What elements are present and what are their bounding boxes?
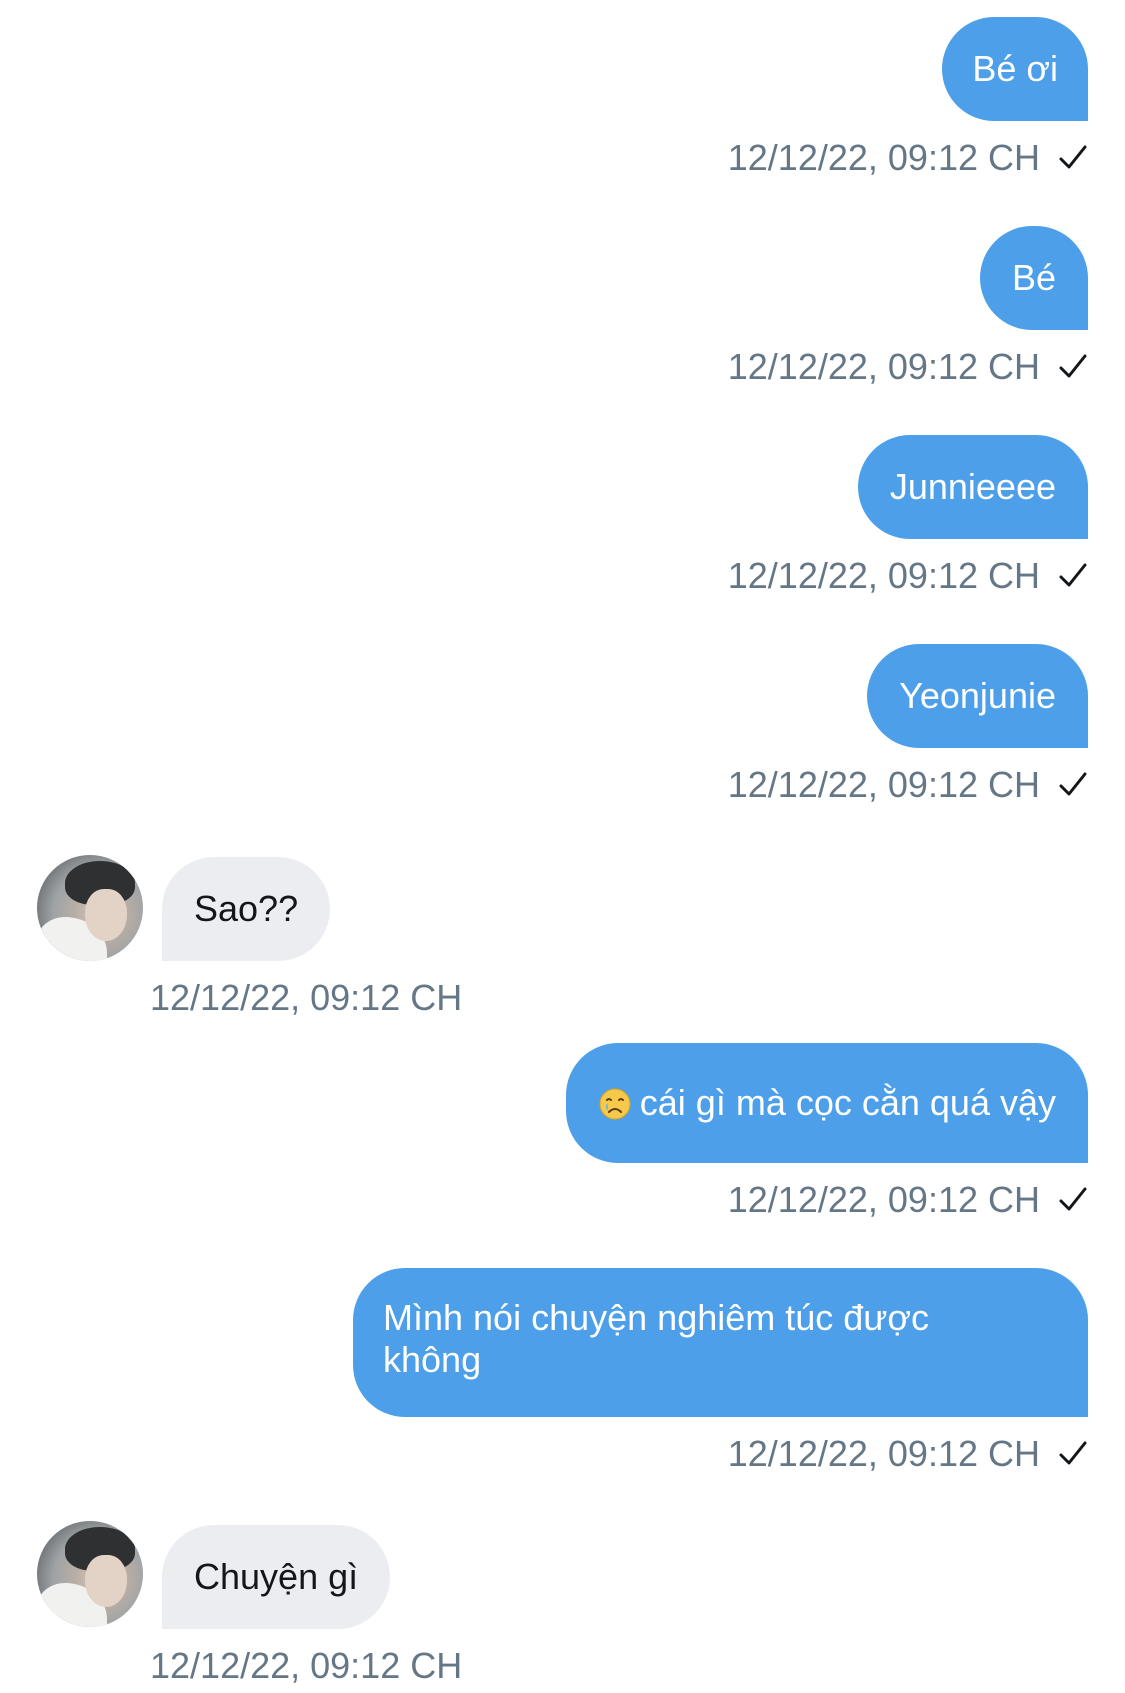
avatar[interactable] (37, 1521, 143, 1627)
message-timestamp: 12/12/22, 09:12 CH (727, 346, 1040, 387)
checkmark-icon (1058, 143, 1088, 173)
message-text: Chuyện gì (194, 1556, 359, 1597)
message-timestamp: 12/12/22, 09:12 CH (727, 1179, 1040, 1220)
message-text: Yeonjunie (899, 675, 1056, 716)
message-text: Junnieeee (889, 466, 1056, 507)
checkmark-icon (1058, 352, 1088, 382)
message-meta: 12/12/22, 09:12 CH (728, 1434, 1088, 1474)
message-meta: 12/12/22, 09:12 CH (728, 138, 1088, 178)
checkmark-icon (1058, 1185, 1088, 1215)
outgoing-message-bubble[interactable]: Bé ơi (942, 17, 1088, 121)
outgoing-message-bubble[interactable]: Mình nói chuyện nghiêm túc được không (353, 1268, 1088, 1417)
checkmark-icon (1058, 770, 1088, 800)
outgoing-message-bubble[interactable]: cái gì mà cọc cằn quá vậy (565, 1043, 1088, 1163)
message-timestamp: 12/12/22, 09:12 CH (727, 137, 1040, 178)
checkmark-icon (1058, 561, 1088, 591)
message-timestamp: 12/12/22, 09:12 CH (727, 764, 1040, 805)
outgoing-message-bubble[interactable]: Yeonjunie (867, 644, 1088, 748)
outgoing-message-bubble[interactable]: Bé (979, 226, 1088, 330)
checkmark-icon (1058, 1439, 1088, 1469)
message-meta: 12/12/22, 09:12 CH (150, 978, 462, 1018)
avatar[interactable] (37, 855, 143, 961)
message-text: Bé ơi (972, 48, 1058, 89)
message-timestamp: 12/12/22, 09:12 CH (150, 1645, 463, 1686)
incoming-message-bubble[interactable]: Chuyện gì (162, 1525, 391, 1629)
message-meta: 12/12/22, 09:12 CH (728, 556, 1088, 596)
message-meta: 12/12/22, 09:12 CH (728, 765, 1088, 805)
outgoing-message-bubble[interactable]: Junnieeee (857, 435, 1088, 539)
message-text: Mình nói chuyện nghiêm túc được không (383, 1297, 929, 1380)
crying-face-emoji (598, 1087, 632, 1121)
message-text: cái gì mà cọc cằn quá vậy (639, 1082, 1056, 1123)
chat-thread: Bé ơi 12/12/22, 09:12 CH Bé 12/12/22, 09… (0, 0, 1125, 1693)
message-text: Bé (1011, 257, 1056, 298)
message-meta: 12/12/22, 09:12 CH (728, 347, 1088, 387)
incoming-message-bubble[interactable]: Sao?? (162, 857, 331, 961)
message-timestamp: 12/12/22, 09:12 CH (150, 977, 463, 1018)
message-text: Sao?? (194, 888, 299, 929)
message-timestamp: 12/12/22, 09:12 CH (727, 1433, 1040, 1474)
message-meta: 12/12/22, 09:12 CH (728, 1180, 1088, 1220)
message-meta: 12/12/22, 09:12 CH (150, 1646, 462, 1686)
message-timestamp: 12/12/22, 09:12 CH (727, 555, 1040, 596)
